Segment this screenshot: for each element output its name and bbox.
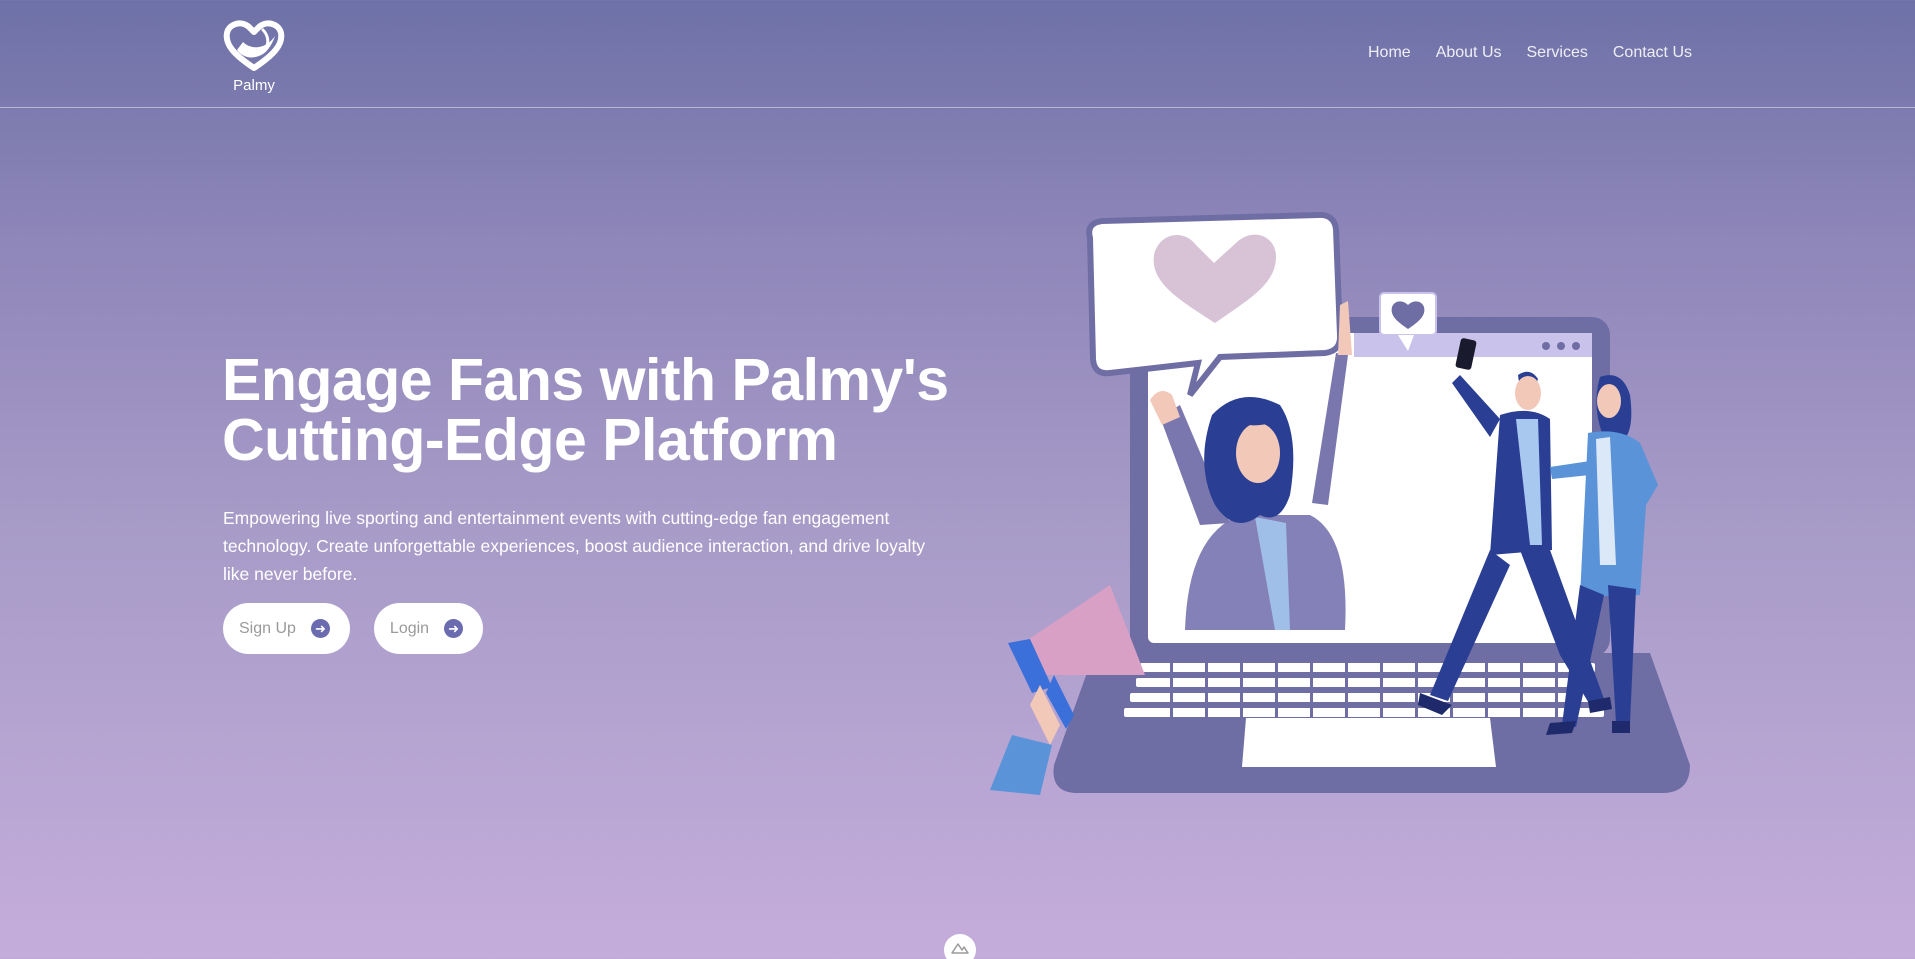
arrow-right-circle-icon: ➜ [444,619,464,638]
navbar: Palmy Home About Us Services Contact Us [0,0,1915,108]
main-nav: Home About Us Services Contact Us [1368,44,1692,62]
arrow-right-circle-icon: ➜ [310,619,330,638]
hero-actions: Sign Up ➜ Login ➜ [223,603,484,654]
nav-services[interactable]: Services [1527,44,1588,62]
heart-hand-icon [223,20,285,71]
sign-up-label: Sign Up [239,619,296,637]
hero-title: Engage Fans with Palmy's Cutting-Edge Pl… [222,350,982,470]
nav-home[interactable]: Home [1368,44,1411,62]
hero-title-line2: Cutting-Edge Platform [222,407,838,473]
mountain-icon [951,943,969,954]
brand-name: Palmy [233,77,275,94]
login-button[interactable]: Login ➜ [373,603,484,654]
nav-about-us[interactable]: About Us [1436,44,1502,62]
scroll-indicator[interactable] [944,934,976,959]
hero-title-line1: Engage Fans with Palmy's [222,347,949,413]
nav-contact-us[interactable]: Contact Us [1613,44,1692,62]
sign-up-button[interactable]: Sign Up ➜ [223,603,350,654]
hero-illustration [990,211,1690,795]
login-label: Login [389,619,430,637]
brand-logo[interactable]: Palmy [222,20,286,94]
hero-description: Empowering live sporting and entertainme… [223,508,926,584]
